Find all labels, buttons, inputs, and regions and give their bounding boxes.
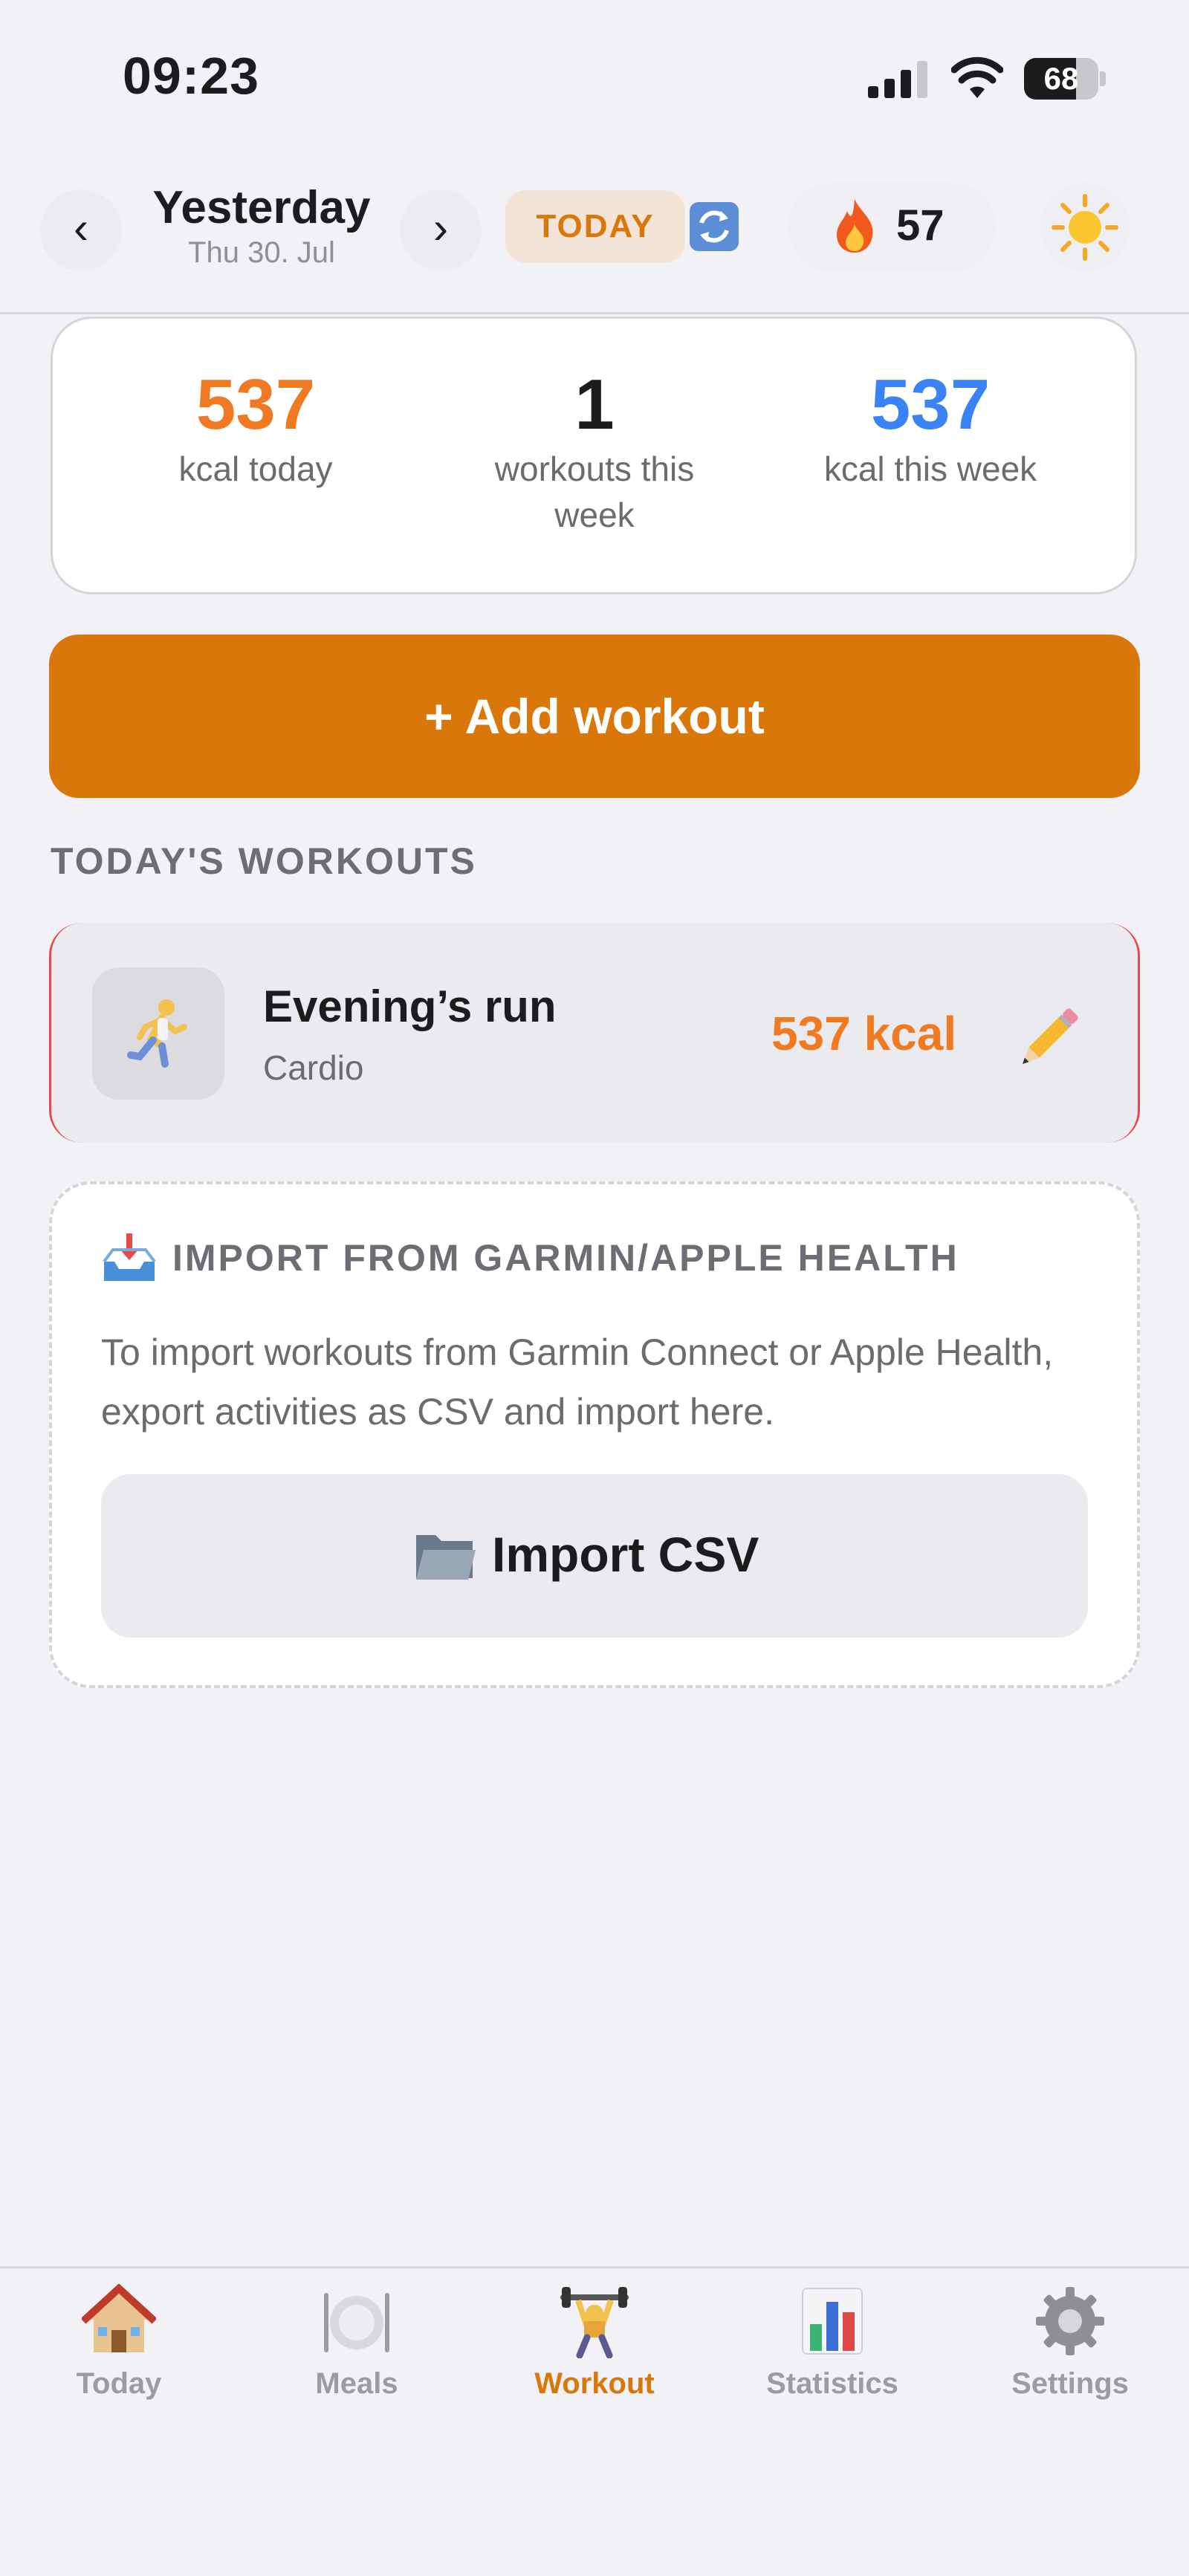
date-subtitle: Thu 30. Jul — [188, 236, 335, 269]
date-title: Yesterday — [152, 182, 371, 233]
tab-label: Statistics — [766, 2367, 898, 2400]
battery-level: 68 — [1043, 61, 1079, 96]
tab-workout[interactable]: Workout — [476, 2284, 713, 2401]
streak-count: 57 — [896, 201, 945, 250]
tab-label: Today — [76, 2367, 162, 2400]
stat-label: kcal this week — [823, 450, 1037, 488]
today-button[interactable]: TODAY — [505, 190, 685, 263]
tab-today[interactable]: Today — [0, 2284, 238, 2401]
house-icon — [82, 2284, 156, 2352]
add-workout-button[interactable]: + Add workout — [49, 635, 1140, 798]
tab-statistics[interactable]: Statistics — [713, 2284, 951, 2401]
stat-kcal-week: 537 kcal this week — [767, 364, 1094, 492]
stat-workouts-week: 1 workouts this week — [431, 364, 758, 538]
tab-label: Meals — [315, 2367, 398, 2400]
sun-icon — [1052, 194, 1118, 261]
sync-icon[interactable] — [688, 201, 740, 253]
gear-icon — [1036, 2287, 1104, 2355]
weightlifter-icon — [560, 2287, 629, 2358]
import-title: IMPORT FROM GARMIN/APPLE HEALTH — [172, 1237, 959, 1279]
battery-indicator: 68 — [1024, 58, 1107, 100]
stat-value: 1 — [574, 365, 615, 444]
tab-label: Workout — [534, 2367, 655, 2400]
tab-meals[interactable]: Meals — [238, 2284, 476, 2401]
flame-icon — [837, 199, 873, 253]
section-title: TODAY'S WORKOUTS — [51, 840, 477, 882]
import-csv-label: Import CSV — [492, 1527, 759, 1582]
workout-name: Evening’s run — [263, 982, 557, 1031]
stat-value: 537 — [195, 365, 316, 444]
next-day-button[interactable]: › — [400, 189, 482, 271]
stat-kcal-today: 537 kcal today — [92, 364, 419, 492]
pencil-icon[interactable] — [1011, 1002, 1085, 1076]
cell-signal-icon — [868, 61, 927, 98]
stat-label: kcal today — [178, 450, 333, 488]
import-description: To import workouts from Garmin Connect o… — [101, 1331, 1054, 1433]
workout-category: Cardio — [263, 1048, 364, 1087]
workout-kcal: 537 kcal — [771, 1007, 957, 1060]
stat-value: 537 — [870, 365, 991, 444]
streak-badge[interactable] — [788, 183, 996, 272]
plate-icon — [324, 2293, 389, 2352]
wifi-icon — [951, 56, 1003, 98]
tab-label: Settings — [1011, 2367, 1129, 2400]
bar-chart-icon — [802, 2288, 863, 2355]
status-time: 09:23 — [123, 47, 260, 105]
runner-icon — [127, 999, 187, 1068]
folder-icon — [416, 1535, 476, 1580]
previous-day-button[interactable]: ‹ — [40, 189, 122, 271]
stat-label: workouts this week — [494, 450, 695, 534]
tab-settings[interactable]: Settings — [951, 2284, 1189, 2401]
inbox-tray-icon — [103, 1233, 156, 1281]
